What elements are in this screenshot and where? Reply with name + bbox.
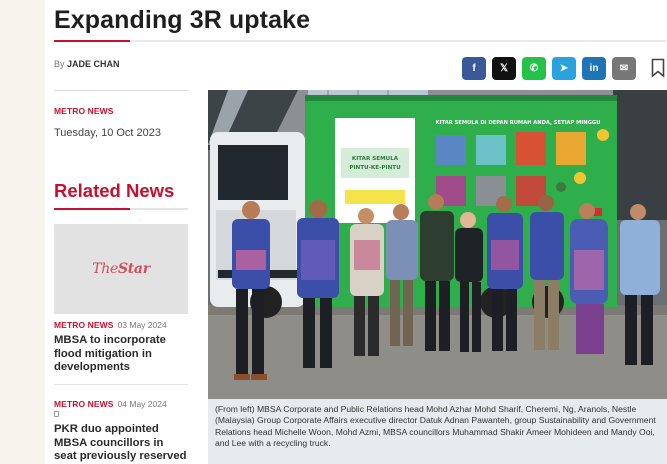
related-news-date: 03 May 2024 [117, 320, 167, 330]
title-divider [54, 40, 666, 42]
related-thumbnail[interactable]: TheStar [54, 224, 188, 314]
meta-divider [54, 90, 188, 91]
truck-banner-right-text: KITAR SEMULA DI DEPAN RUMAH ANDA, SETIAP… [436, 120, 601, 126]
related-news-section[interactable]: METRO NEWS [54, 399, 114, 409]
whatsapp-share-button[interactable]: ✆ [522, 57, 546, 80]
email-share-button[interactable]: ✉ [612, 57, 636, 80]
article-photo: KITAR SEMULA PINTU-KE-PINTU KITAR SEMULA… [208, 90, 667, 399]
related-item-divider [54, 384, 188, 385]
photo-caption: (From left) MBSA Corporate and Public Re… [208, 399, 667, 464]
related-news-meta: METRO NEWS 03 May 2024 [54, 320, 188, 330]
whatsapp-icon: ✆ [529, 63, 539, 74]
author-link[interactable]: JADE CHAN [67, 59, 120, 69]
x-icon: 𝕏 [499, 63, 509, 74]
x-share-button[interactable]: 𝕏 [492, 57, 516, 80]
related-news-headline[interactable]: PKR duo appointed MBSA councillors in se… [54, 423, 188, 464]
related-news-item[interactable]: METRO NEWS 03 May 2024 MBSA to incorporat… [54, 320, 188, 375]
share-bar: f 𝕏 ✆ ➤ in ✉ [462, 57, 636, 80]
section-link[interactable]: METRO NEWS [54, 106, 188, 116]
related-news-meta: METRO NEWS 04 May 2024 [54, 399, 188, 409]
facebook-icon: f [472, 63, 476, 74]
facebook-share-button[interactable]: f [462, 57, 486, 80]
related-news-headline[interactable]: MBSA to incorporate flood mitigation in … [54, 334, 188, 375]
byline-prefix: By [54, 59, 65, 69]
premium-lock-icon [54, 411, 59, 417]
telegram-icon: ➤ [559, 63, 569, 74]
the-star-logo: TheStar [92, 261, 150, 277]
publish-date: Tuesday, 10 Oct 2023 [54, 127, 162, 139]
email-icon: ✉ [619, 63, 629, 74]
recycling-truck-photo: KITAR SEMULA PINTU-KE-PINTU KITAR SEMULA… [208, 90, 667, 399]
telegram-share-button[interactable]: ➤ [552, 57, 576, 80]
byline: By JADE CHAN [54, 59, 120, 69]
related-news-section[interactable]: METRO NEWS [54, 320, 114, 330]
related-news-date: 04 May 2024 [117, 399, 167, 409]
related-news-heading: Related News [54, 180, 175, 201]
related-divider-accent [54, 208, 130, 210]
linkedin-icon: in [589, 63, 599, 74]
truck-banner-left-text-2: PINTU-KE-PINTU [349, 165, 401, 171]
bookmark-icon[interactable] [651, 58, 665, 78]
linkedin-share-button[interactable]: in [582, 57, 606, 80]
article-page: Expanding 3R uptake By JADE CHAN f 𝕏 ✆ ➤… [45, 0, 667, 464]
truck-banner-left-text-1: KITAR SEMULA [352, 156, 399, 162]
article-title: Expanding 3R uptake [54, 6, 311, 34]
title-divider-accent [54, 40, 130, 42]
related-news-item[interactable]: METRO NEWS 04 May 2024 PKR duo appointed … [54, 399, 188, 464]
article-meta: METRO NEWS Tuesday, 10 Oct 2023 [54, 90, 188, 139]
